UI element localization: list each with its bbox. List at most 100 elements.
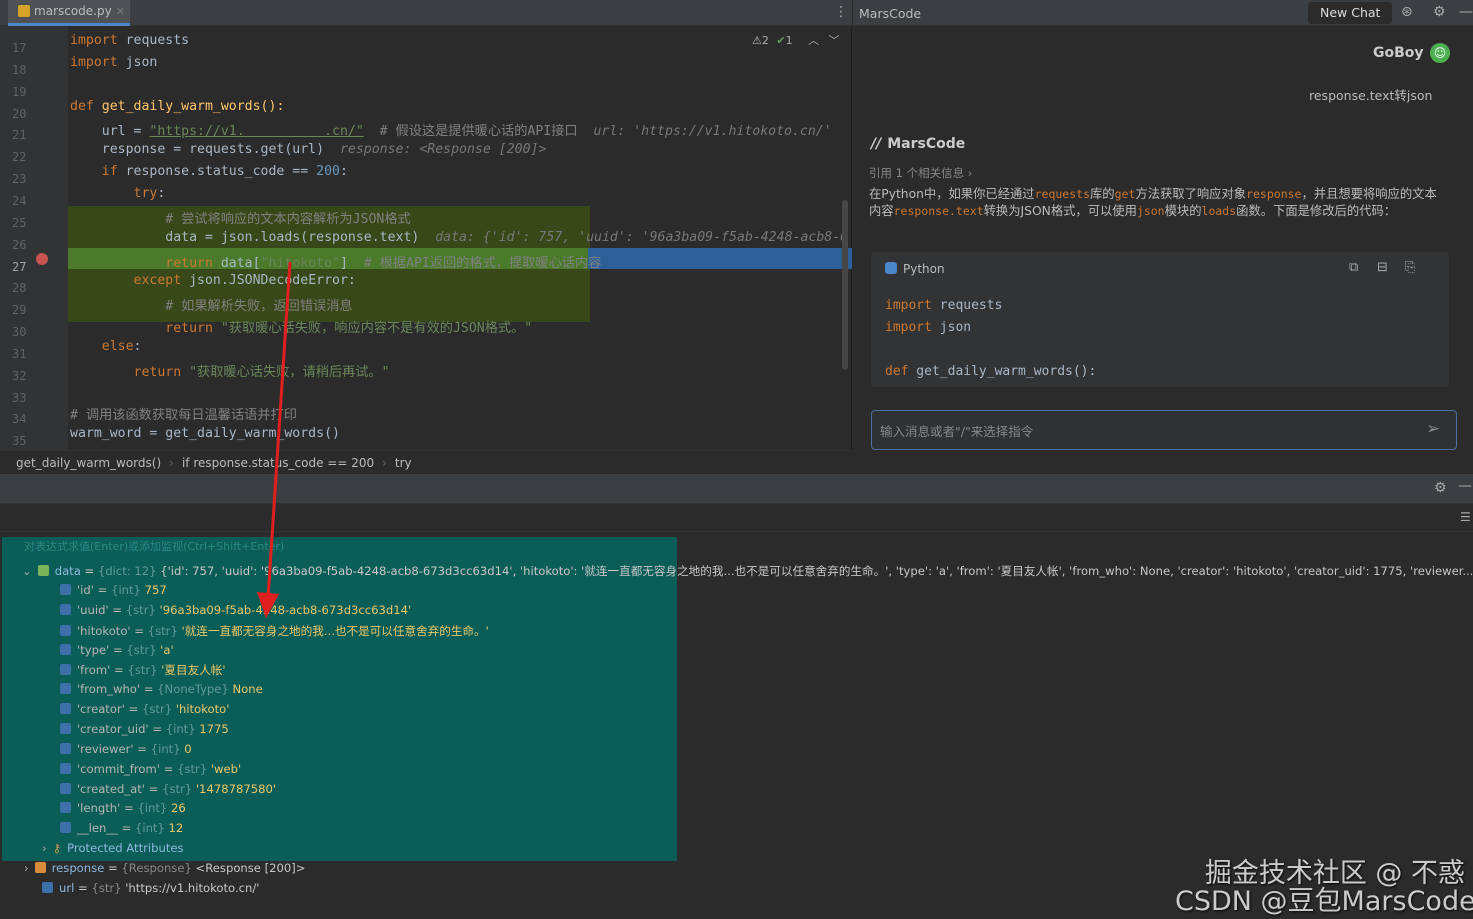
code-line[interactable]: warm_word = get_daily_warm_words() <box>70 426 340 441</box>
code-editor[interactable]: marscode.py ✕ ⋮ ⚠2 ✔1 ︿ ﹀ 17 18 19 20 21 22 23 2… <box>0 0 852 474</box>
code-token: url = <box>70 124 150 140</box>
close-icon[interactable]: ✕ <box>116 5 125 18</box>
chevron-down-icon[interactable]: ⌄ <box>22 564 32 578</box>
line-number[interactable]: 29 <box>12 303 36 317</box>
code-line[interactable]: # 尝试将响应的文本内容解析为JSON格式 <box>70 208 410 227</box>
gear-icon[interactable]: ⚙ <box>1434 480 1447 496</box>
chevron-up-icon[interactable]: ︿ <box>808 34 819 47</box>
code-line[interactable]: try: <box>70 186 166 201</box>
chevron-right-icon[interactable]: › <box>24 861 29 875</box>
marscode-header: MarsCode New Chat ⊛ ⚙ — <box>853 0 1473 26</box>
code-token: ] <box>339 255 348 271</box>
line-number[interactable]: 23 <box>12 172 36 186</box>
code-line[interactable]: return "获取暖心话失败，响应内容不是有效的JSON格式。" <box>70 317 532 336</box>
dict-entry-row[interactable]: __len__ = {int} 12 <box>60 821 183 835</box>
reference-link[interactable]: 引用 1 个相关信息 › <box>869 165 972 181</box>
editor-scrollbar[interactable] <box>842 200 848 370</box>
line-gutter[interactable]: 17 18 19 20 21 22 23 24 25 26 27 28 29 30 31 32 33 34 35 <box>0 26 68 450</box>
code-line[interactable]: except json.JSONDecodeError: <box>70 273 356 288</box>
breakpoint-icon[interactable] <box>36 253 48 265</box>
line-number[interactable]: 31 <box>12 347 36 361</box>
dict-entry-row[interactable]: 'type' = {str} 'a' <box>60 643 174 657</box>
code-line[interactable]: return "获取暖心话失败，请稍后再试。" <box>70 361 390 380</box>
minimize-icon[interactable]: — <box>1459 4 1473 20</box>
variable-row-data[interactable]: ⌄ data = {dict: 12} {'id': 757, 'uuid': '… <box>22 563 1472 579</box>
new-file-icon[interactable]: ⎘ <box>1405 260 1415 275</box>
dict-entry-row[interactable]: 'reviewer' = {int} 0 <box>60 742 192 756</box>
debugger-panel: ⚙ — ☰ 对表达式求值(Enter)或添加监视(Ctrl+Shift+Ente… <box>0 474 1473 919</box>
copy-icon[interactable]: ⧉ <box>1349 260 1358 275</box>
line-number[interactable]: 21 <box>12 128 36 142</box>
dict-entry-row[interactable]: 'length' = {int} 26 <box>60 801 186 815</box>
field-type: {NoneType} <box>157 682 229 697</box>
evaluate-expression-hint[interactable]: 对表达式求值(Enter)或添加监视(Ctrl+Shift+Enter) <box>24 538 284 554</box>
code-line[interactable]: if response.status_code == 200: <box>70 164 348 179</box>
line-number[interactable]: 20 <box>12 107 36 121</box>
code-line[interactable]: import requests <box>70 33 189 48</box>
line-number[interactable]: 19 <box>12 85 36 99</box>
dict-entry-row[interactable]: 'uuid' = {str} '96a3ba09-f5ab-4248-acb8-… <box>60 603 411 617</box>
code-line[interactable]: url = "https://v1. .cn/" # 假设这是提供暖心话的API… <box>70 120 832 139</box>
code-line[interactable]: # 调用该函数获取每日温馨话语并打印 <box>70 404 297 423</box>
code-line[interactable]: def get_daily_warm_words(): <box>70 99 284 114</box>
code-line[interactable]: import json <box>70 55 157 70</box>
field-key: 'type' <box>77 642 110 657</box>
layout-icon[interactable]: ☰ <box>1460 510 1471 524</box>
insert-icon[interactable]: ⊟ <box>1377 260 1388 275</box>
gear-icon[interactable]: ⚙ <box>1433 4 1446 20</box>
line-number[interactable]: 25 <box>12 216 36 230</box>
code-line[interactable]: return data["hitokoto"] # 根据API返回的格式，提取暖… <box>70 252 601 271</box>
variable-row-response[interactable]: › response = {Response} <Response [200]> <box>24 861 306 875</box>
code-line[interactable]: # 如果解析失败，返回错误消息 <box>70 295 352 314</box>
breadcrumb-item[interactable]: get_daily_warm_words() <box>16 456 161 470</box>
code-line[interactable]: response = requests.get(url) response: <… <box>70 142 547 157</box>
answer-fragment: 库的 <box>1090 187 1115 201</box>
field-type: {str} <box>162 781 193 796</box>
field-icon <box>60 703 71 715</box>
chevron-down-icon[interactable]: ﹀ <box>829 34 840 47</box>
code-token: def <box>70 98 94 114</box>
line-number[interactable]: 27 <box>12 260 36 274</box>
dict-entry-row[interactable]: 'from' = {str} '夏目友人帐' <box>60 662 226 678</box>
minimize-icon[interactable]: — <box>1458 478 1472 494</box>
dict-entry-row[interactable]: 'creator_uid' = {int} 1775 <box>60 722 229 736</box>
line-number[interactable]: 32 <box>12 369 36 383</box>
line-number[interactable]: 30 <box>12 325 36 339</box>
line-number[interactable]: 28 <box>12 281 36 295</box>
new-chat-button[interactable]: New Chat <box>1308 2 1393 24</box>
dict-entry-row[interactable]: 'created_at' = {str} '1478787580' <box>60 782 276 796</box>
line-number[interactable]: 34 <box>12 412 36 426</box>
breadcrumb-item[interactable]: if response.status_code == 200 <box>182 456 374 470</box>
inspections-widget[interactable]: ⚠2 ✔1 ︿ ﹀ <box>752 32 840 48</box>
dict-entry-row[interactable]: 'hitokoto' = {str} '就连一直都无容身之地的我...也不是可以… <box>60 623 489 639</box>
line-number[interactable]: 35 <box>12 434 36 448</box>
chevron-right-icon[interactable]: › <box>42 841 47 855</box>
line-number[interactable]: 17 <box>12 41 36 55</box>
code-line[interactable]: else: <box>70 339 142 354</box>
line-number[interactable]: 33 <box>12 391 36 405</box>
debugger-subtoolbar: ☰ <box>0 504 1473 532</box>
history-icon[interactable]: ⊛ <box>1401 4 1413 20</box>
dict-entry-row[interactable]: 'commit_from' = {str} 'web' <box>60 762 241 776</box>
line-number[interactable]: 18 <box>12 63 36 77</box>
line-number[interactable]: 22 <box>12 150 36 164</box>
protected-attributes-row[interactable]: › ⚷ Protected Attributes <box>42 841 184 855</box>
more-icon[interactable]: ⋮ <box>834 4 848 20</box>
breadcrumb[interactable]: get_daily_warm_words() › if response.statu… <box>0 450 852 474</box>
chat-input[interactable] <box>880 421 1410 441</box>
line-number[interactable]: 26 <box>12 238 36 252</box>
dict-entry-row[interactable]: 'from_who' = {NoneType} None <box>60 682 263 696</box>
breadcrumb-item[interactable]: try <box>395 456 412 470</box>
dict-entry-row[interactable]: 'creator' = {str} 'hitokoto' <box>60 702 229 716</box>
variable-row-url[interactable]: url = {str} 'https://v1.hitokoto.cn/' <box>42 881 259 895</box>
field-key: 'created_at' <box>77 781 145 796</box>
send-icon[interactable]: ➢ <box>1426 419 1440 439</box>
chat-input-box[interactable]: ➢ <box>871 410 1457 450</box>
code-line[interactable]: data = json.loads(response.text) data: {… <box>70 230 848 245</box>
dict-entry-row[interactable]: 'id' = {int} 757 <box>60 583 167 597</box>
code-token: "获取暖心话失败，请稍后再试。" <box>181 364 390 380</box>
dict-icon <box>37 565 49 576</box>
code-token: import <box>885 320 932 335</box>
tab-marscode-py[interactable]: marscode.py ✕ <box>8 0 130 26</box>
line-number[interactable]: 24 <box>12 194 36 208</box>
